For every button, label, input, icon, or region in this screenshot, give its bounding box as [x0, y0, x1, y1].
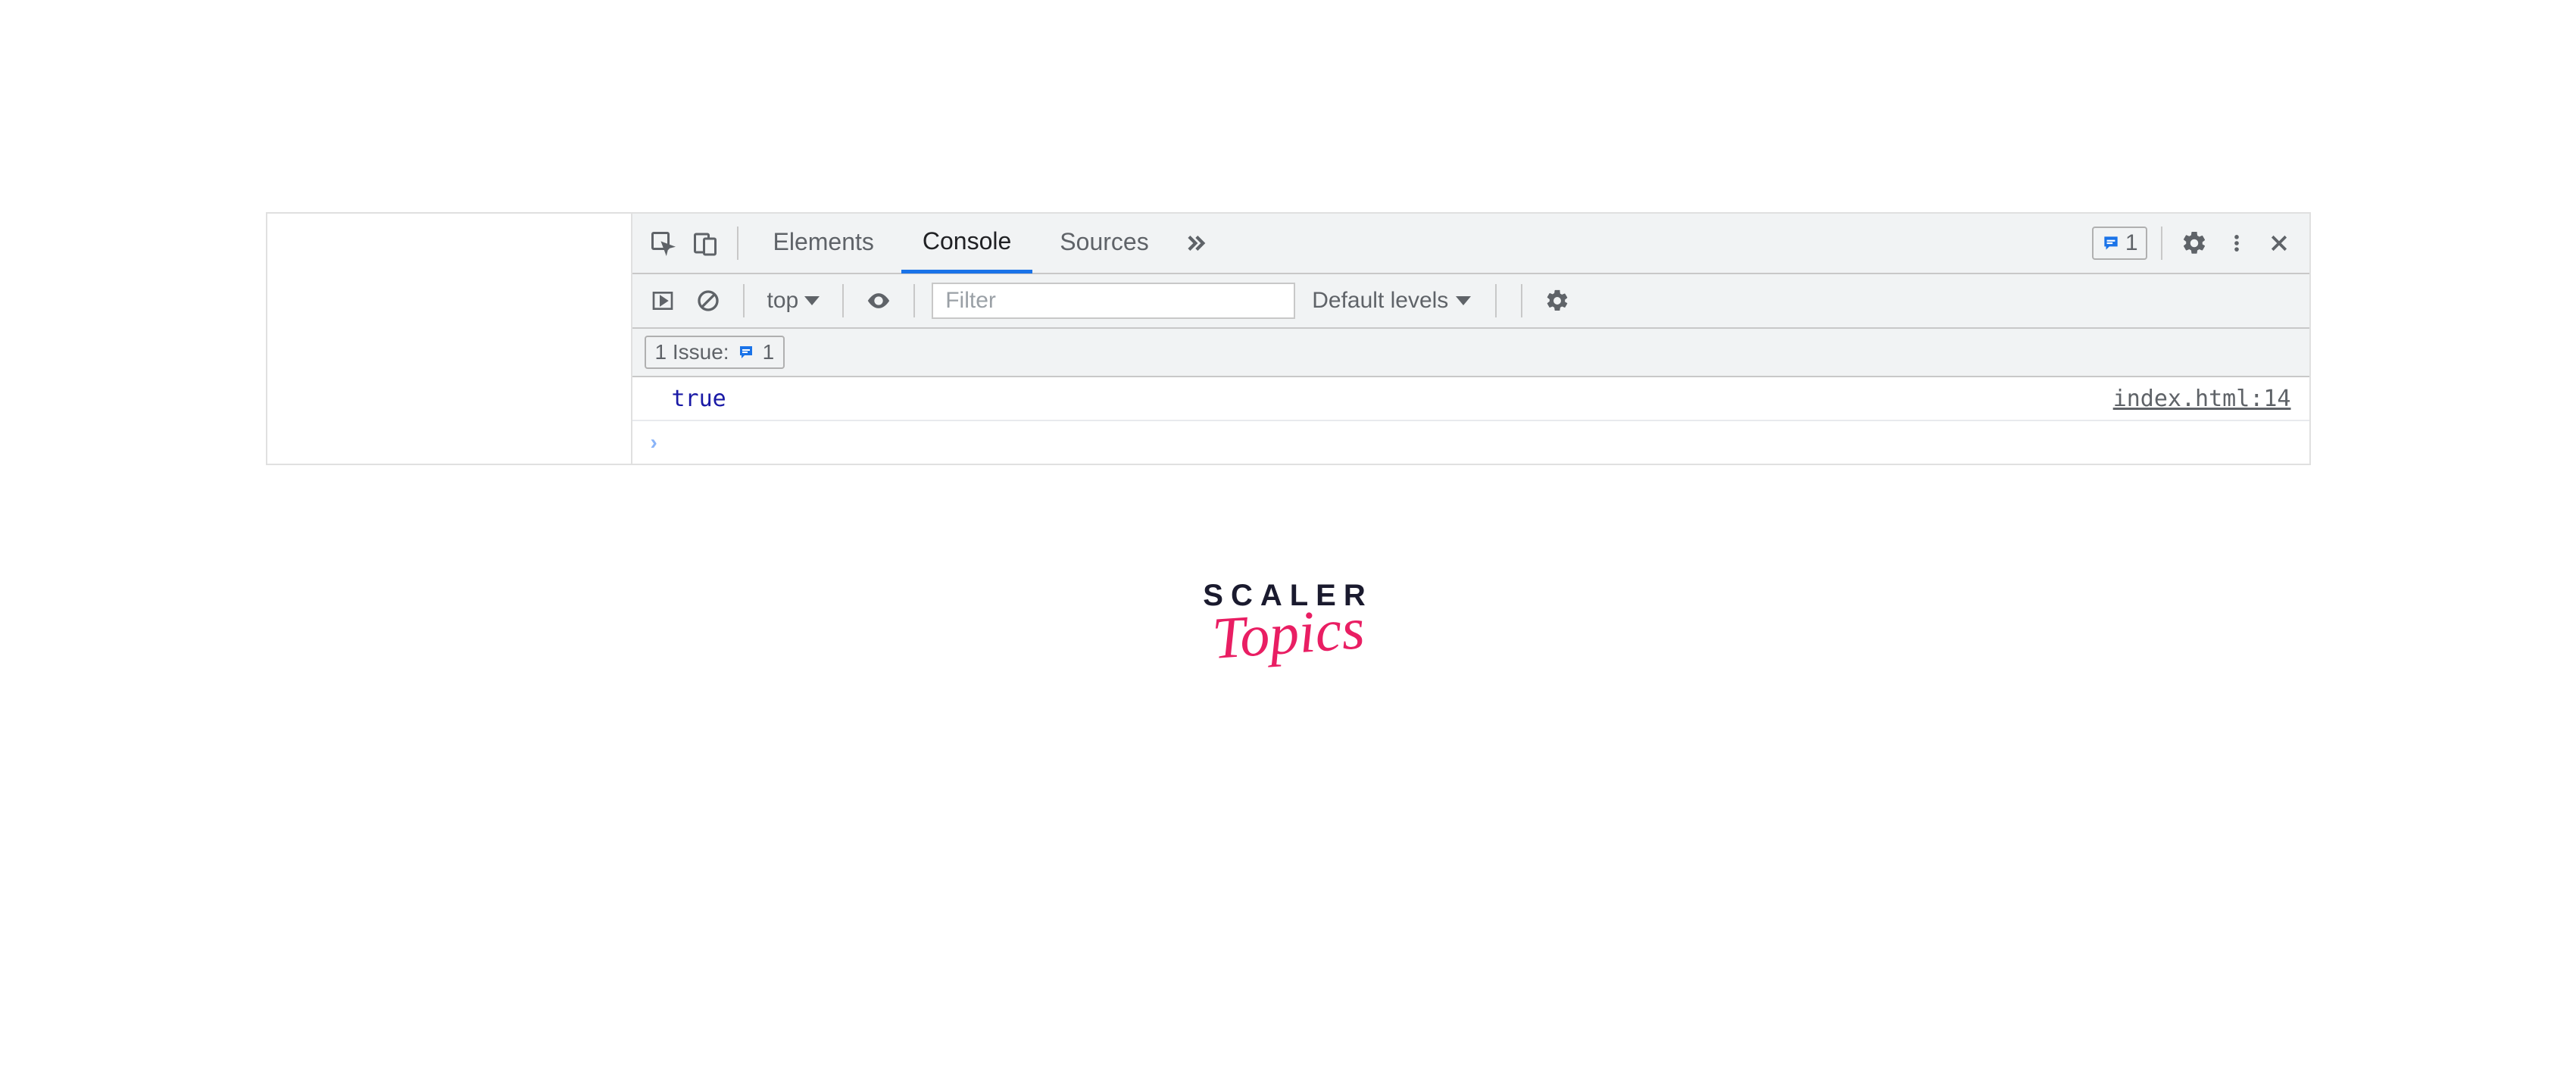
divider	[737, 227, 738, 260]
page-whitespace	[267, 214, 631, 464]
divider	[842, 284, 844, 317]
divider	[743, 284, 745, 317]
issues-chip[interactable]: 1 Issue: 1	[645, 336, 785, 369]
tab-console[interactable]: Console	[901, 213, 1032, 273]
settings-icon[interactable]	[2176, 225, 2212, 261]
issues-badge-count: 1	[2125, 230, 2138, 256]
issues-count: 1	[763, 340, 775, 364]
devtools-panel: Elements Console Sources	[631, 214, 2309, 464]
filter-bar: top Default levels	[632, 274, 2309, 329]
divider	[1495, 284, 1497, 317]
chevron-down-icon	[804, 296, 820, 305]
device-toggle-icon[interactable]	[687, 225, 723, 261]
filter-input[interactable]	[932, 283, 1295, 319]
context-selector[interactable]: top	[761, 288, 826, 314]
log-row: true index.html:14	[632, 377, 2309, 421]
tab-elements[interactable]: Elements	[752, 213, 895, 273]
tabs-bar: Elements Console Sources	[632, 214, 2309, 274]
more-tabs-icon[interactable]	[1176, 225, 1213, 261]
divider	[2161, 227, 2162, 260]
log-value: true	[672, 386, 726, 412]
close-icon[interactable]	[2261, 225, 2297, 261]
console-settings-icon[interactable]	[1539, 283, 1575, 319]
chevron-down-icon	[1456, 296, 1471, 305]
kebab-menu-icon[interactable]	[2218, 225, 2255, 261]
eye-icon[interactable]	[860, 283, 897, 319]
levels-label: Default levels	[1312, 288, 1448, 314]
logo-line2: Topics	[266, 528, 2311, 739]
sidebar-toggle-icon[interactable]	[645, 283, 681, 319]
context-label: top	[767, 288, 799, 314]
log-levels-selector[interactable]: Default levels	[1304, 288, 1478, 314]
console-prompt[interactable]: ›	[632, 421, 2309, 464]
inspect-element-icon[interactable]	[645, 225, 681, 261]
message-icon	[2101, 233, 2121, 253]
chevron-right-icon: ›	[651, 430, 657, 455]
console-output: true index.html:14 ›	[632, 377, 2309, 464]
divider	[913, 284, 915, 317]
tab-sources[interactable]: Sources	[1038, 213, 1169, 273]
devtools-frame: Elements Console Sources	[266, 212, 2311, 465]
log-source-link[interactable]: index.html:14	[2113, 386, 2291, 412]
issues-badge[interactable]: 1	[2092, 227, 2147, 260]
scaler-topics-logo: SCALER Topics	[266, 579, 2311, 667]
clear-console-icon[interactable]	[690, 283, 726, 319]
issues-label: 1 Issue:	[655, 340, 729, 364]
message-icon	[737, 343, 755, 361]
issues-row: 1 Issue: 1	[632, 329, 2309, 377]
divider	[1521, 284, 1522, 317]
